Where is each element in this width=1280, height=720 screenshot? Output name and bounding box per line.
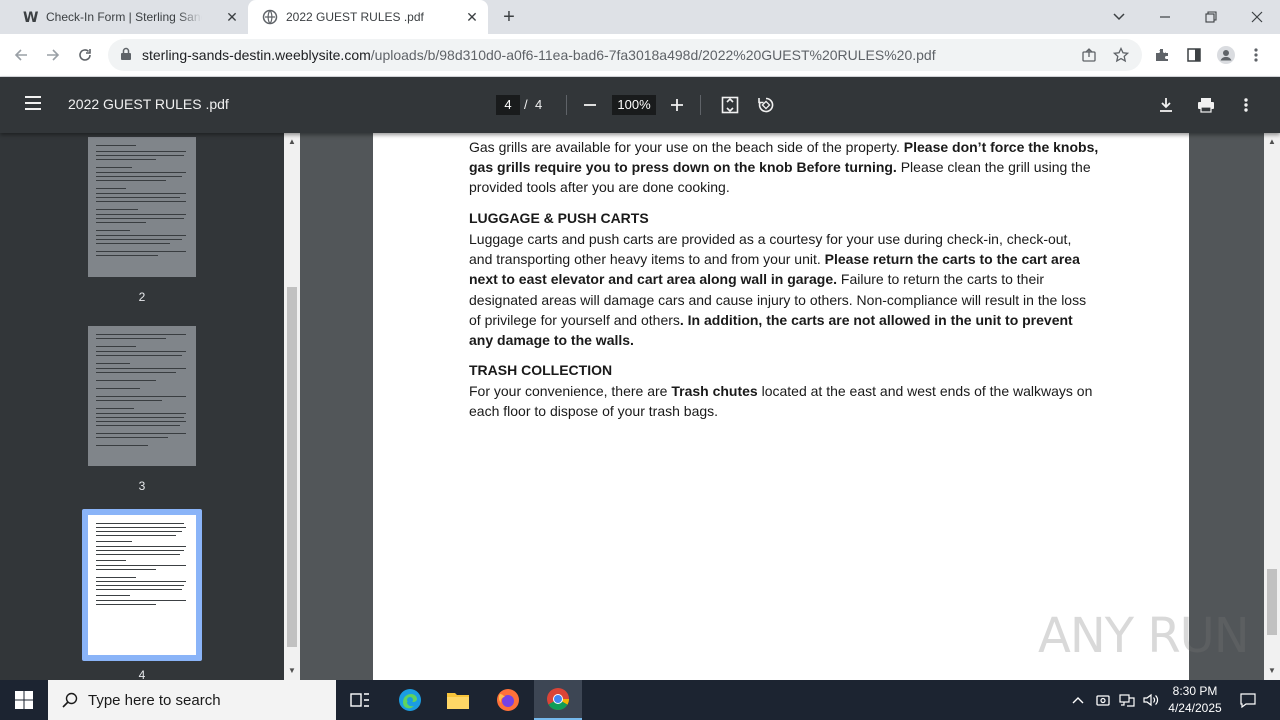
sidebar-menu-icon[interactable] [24, 95, 42, 116]
lock-icon[interactable] [120, 47, 132, 66]
reload-icon[interactable] [72, 42, 98, 68]
weebly-icon: W [22, 9, 38, 25]
page-separator: / [524, 97, 528, 112]
chrome-icon[interactable] [534, 680, 582, 720]
viewer-scrollbar[interactable]: ▲ ▼ [1264, 133, 1280, 680]
edge-browser-icon[interactable] [386, 680, 434, 720]
tab-search-icon[interactable] [1096, 0, 1142, 34]
profile-avatar-icon[interactable] [1216, 45, 1236, 65]
tab-check-in-form[interactable]: W Check-In Form | Sterling Sands C ✕ [8, 0, 248, 34]
page-thumbnail-3[interactable] [88, 326, 196, 466]
pdf-title: 2022 GUEST RULES .pdf [68, 96, 229, 112]
tab-title: 2022 GUEST RULES .pdf [286, 10, 424, 24]
pdf-more-icon[interactable] [1234, 93, 1258, 117]
tab-guest-rules[interactable]: 2022 GUEST RULES .pdf ✕ [248, 0, 488, 34]
bookmark-star-icon[interactable] [1112, 46, 1130, 64]
trash-paragraph: For your convenience, there are Trash ch… [469, 383, 1093, 420]
windows-taskbar: Type here to search 8:30 PM 4/24/2025 [0, 680, 1280, 720]
download-icon[interactable] [1154, 93, 1178, 117]
rotate-icon[interactable] [754, 93, 778, 117]
luggage-paragraph: Luggage carts and push carts are provide… [469, 231, 1087, 349]
divider [700, 95, 701, 115]
scrollbar-thumb[interactable] [287, 287, 297, 647]
thumbnail-label: 3 [138, 479, 146, 493]
thumbnail-sidebar: 2 3 4 ▲ ▼ [0, 133, 300, 680]
show-hidden-icons-icon[interactable] [1070, 692, 1086, 708]
page-total: 4 [535, 97, 543, 112]
volume-icon[interactable] [1143, 692, 1159, 708]
share-icon[interactable] [1080, 46, 1098, 64]
back-icon[interactable] [8, 42, 34, 68]
anyrun-watermark: ANY RUN [1038, 608, 1250, 664]
task-view-icon[interactable] [336, 680, 384, 720]
address-bar[interactable]: sterling-sands-destin.weeblysite.com/upl… [108, 39, 1142, 71]
page-thumbnail-2[interactable] [88, 137, 196, 277]
url-text: sterling-sands-destin.weeblysite.com/upl… [142, 47, 936, 63]
zoom-level-input[interactable]: 100% [612, 95, 656, 115]
scrollbar-thumb[interactable] [1267, 569, 1277, 635]
pdf-viewer: Gas grills are available for your use on… [300, 133, 1264, 680]
clock-time: 8:30 PM [1172, 684, 1218, 698]
trash-heading: TRASH COLLECTION [469, 362, 613, 378]
side-panel-icon[interactable] [1184, 45, 1204, 65]
scroll-up-icon[interactable]: ▲ [1267, 137, 1277, 146]
zoom-out-icon[interactable] [578, 93, 602, 117]
luggage-heading: LUGGAGE & PUSH CARTS [469, 210, 649, 226]
minimize-icon[interactable] [1142, 0, 1188, 34]
zoom-in-icon[interactable] [665, 93, 689, 117]
fit-to-page-icon[interactable] [718, 93, 742, 117]
taskbar-search-box[interactable]: Type here to search [48, 680, 336, 720]
search-placeholder: Type here to search [88, 691, 221, 709]
new-tab-icon[interactable]: + [498, 6, 520, 28]
pdf-toolbar: 2022 GUEST RULES .pdf 4 / 4 100% [0, 77, 1280, 133]
tab-title: Check-In Form | Sterling Sands C [46, 10, 202, 24]
restore-icon[interactable] [1188, 0, 1234, 34]
search-icon [62, 692, 78, 708]
taskbar-clock[interactable]: 8:30 PM 4/24/2025 [1162, 683, 1228, 717]
notifications-icon[interactable] [1240, 692, 1256, 708]
clock-date: 4/24/2025 [1168, 701, 1222, 715]
firefox-icon[interactable] [484, 680, 532, 720]
scroll-down-icon[interactable]: ▼ [1267, 666, 1277, 675]
close-window-icon[interactable] [1234, 0, 1280, 34]
print-icon[interactable] [1194, 93, 1218, 117]
divider [566, 95, 567, 115]
page-number-input[interactable]: 4 [496, 95, 520, 115]
meet-now-icon[interactable] [1095, 692, 1111, 708]
tab-strip: W Check-In Form | Sterling Sands C ✕ 202… [0, 0, 1280, 34]
svg-text:W: W [23, 10, 38, 25]
sidebar-scrollbar[interactable]: ▲ ▼ [284, 133, 300, 680]
scroll-up-icon[interactable]: ▲ [287, 137, 297, 146]
browser-toolbar: sterling-sands-destin.weeblysite.com/upl… [0, 34, 1280, 77]
tab-close-icon[interactable]: ✕ [224, 9, 240, 25]
page-thumbnail-4[interactable] [88, 515, 196, 655]
scroll-down-icon[interactable]: ▼ [287, 666, 297, 675]
forward-icon[interactable] [40, 42, 66, 68]
file-explorer-icon[interactable] [434, 680, 482, 720]
grill-paragraph: Gas grills are available for your use on… [469, 139, 1099, 196]
thumbnail-label: 2 [138, 290, 146, 304]
extensions-icon[interactable] [1152, 45, 1172, 65]
browser-menu-icon[interactable] [1246, 45, 1266, 65]
thumbnail-label: 4 [138, 668, 146, 680]
network-icon[interactable] [1119, 692, 1135, 708]
windows-start-icon[interactable] [0, 680, 48, 720]
tab-close-icon[interactable]: ✕ [464, 9, 480, 25]
pdf-page: Gas grills are available for your use on… [373, 133, 1189, 680]
globe-icon [262, 9, 278, 25]
